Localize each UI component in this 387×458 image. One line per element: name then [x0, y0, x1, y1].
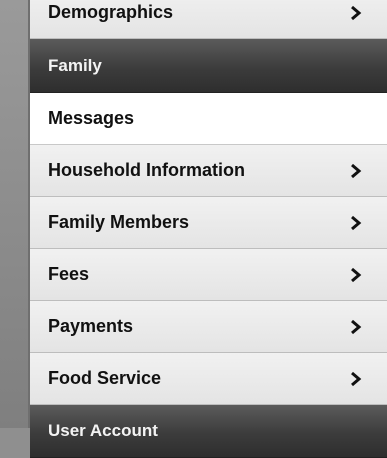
- menu-item-demographics[interactable]: Demographics: [30, 0, 387, 39]
- left-rail: [0, 0, 30, 428]
- menu-item-label: Messages: [48, 108, 135, 128]
- chevron-right-icon: [351, 5, 362, 20]
- menu-section-user-account: User Account: [30, 405, 387, 458]
- menu-item-messages[interactable]: Messages: [30, 93, 387, 145]
- menu-item-fees[interactable]: Fees: [30, 249, 387, 301]
- menu-item-label: Demographics: [48, 2, 174, 22]
- menu-item-family-members[interactable]: Family Members: [30, 197, 387, 249]
- menu-item-label: Family Members: [48, 212, 190, 232]
- menu-item-label: Payments: [48, 316, 134, 336]
- chevron-right-icon: [351, 215, 362, 230]
- menu-section-family: Family: [30, 39, 387, 93]
- menu-item-payments[interactable]: Payments: [30, 301, 387, 353]
- chevron-right-icon: [351, 267, 362, 282]
- menu-item-food-service[interactable]: Food Service: [30, 353, 387, 405]
- side-menu: Demographics Family Messages Household I…: [30, 0, 387, 458]
- menu-item-label: Fees: [48, 264, 90, 284]
- section-header-label: Family: [48, 55, 102, 75]
- menu-item-label: Household Information: [48, 160, 245, 180]
- menu-item-label: Food Service: [48, 368, 162, 388]
- section-header-label: User Account: [48, 421, 158, 440]
- chevron-right-icon: [351, 371, 362, 386]
- chevron-right-icon: [351, 319, 362, 334]
- chevron-right-icon: [351, 163, 362, 178]
- menu-item-household-information[interactable]: Household Information: [30, 145, 387, 197]
